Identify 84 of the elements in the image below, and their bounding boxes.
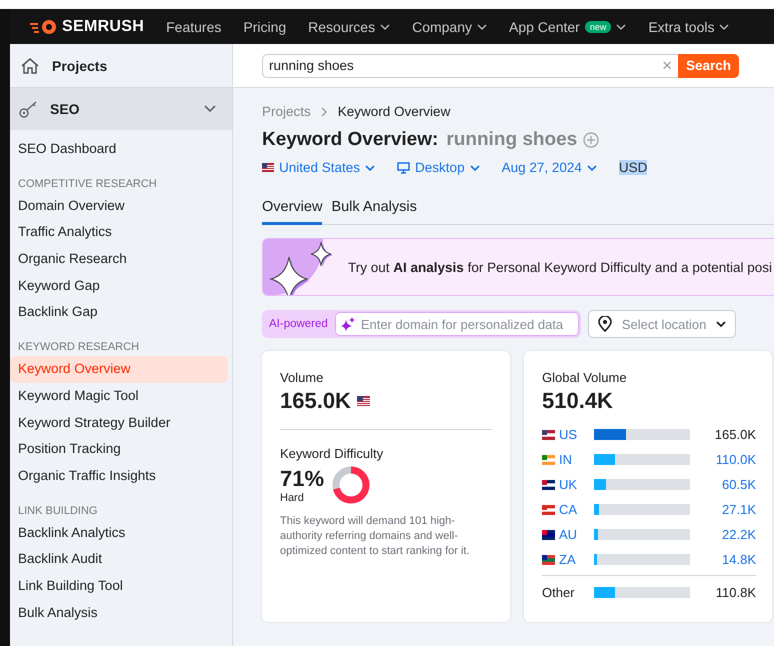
country-volume[interactable]: 110.0K	[690, 452, 756, 467]
difficulty-level: Hard	[280, 492, 305, 504]
date-dropdown[interactable]: Aug 27, 2024	[502, 160, 597, 175]
sidebar-item[interactable]: Keyword Strategy Builder	[10, 410, 228, 436]
sidebar-item[interactable]: SEO Dashboard	[10, 136, 228, 163]
card-label: Global Volume	[542, 370, 628, 385]
section-heading: COMPETITIVE RESEARCH	[17, 176, 158, 192]
other-label: Other	[542, 585, 576, 600]
search-field[interactable]: running shoes ×	[262, 54, 678, 78]
country-link[interactable]: US	[559, 427, 594, 442]
country-volume[interactable]: 22.2K	[690, 527, 756, 542]
sidebar-item[interactable]: Backlink Audit	[10, 546, 228, 573]
section-heading: LINK BUILDING	[17, 504, 98, 519]
sidebar-item[interactable]: Traffic Analytics	[10, 219, 228, 246]
location-pin-icon	[598, 316, 612, 332]
difficulty-description: This keyword will demand 101 high-authority referring domains and well-optimized content to start ranking for it.	[280, 514, 471, 559]
country-volume[interactable]: 60.5K	[690, 477, 756, 492]
tab[interactable]: Bulk Analysis	[331, 199, 417, 225]
flag-icon	[542, 504, 555, 514]
country-link[interactable]: ZA	[559, 552, 594, 567]
sidebar-item[interactable]: Organic Traffic Insights	[10, 462, 228, 490]
country-link[interactable]: CA	[559, 502, 594, 517]
chevron-down-icon	[365, 164, 376, 170]
sidebar-item[interactable]: Keyword Magic Tool	[10, 382, 228, 410]
sidebar-item[interactable]: Link Building Tool	[10, 572, 228, 600]
flag-icon	[542, 454, 555, 464]
add-icon[interactable]	[583, 132, 600, 148]
flag-icon	[542, 430, 555, 440]
keyword-title: running shoes	[446, 129, 578, 151]
chevron-down-icon	[616, 24, 626, 30]
sidebar-item[interactable]: Position Tracking	[10, 436, 228, 463]
card-label: Volume	[280, 370, 324, 385]
chevron-down-icon	[719, 24, 730, 30]
chevron-down-icon	[470, 164, 480, 170]
sidebar-item[interactable]: Organic Research	[10, 246, 228, 273]
home-icon	[20, 56, 40, 76]
sidebar-item[interactable]: Bulk Analysis	[10, 600, 228, 626]
chevron-down-icon	[586, 164, 597, 170]
nav-link[interactable]: Company	[412, 18, 487, 34]
flag-icon	[542, 530, 555, 540]
card-label: Keyword Difficulty	[280, 446, 384, 461]
seo-section[interactable]: SEO	[10, 88, 232, 130]
page-title: Keyword Overview:	[262, 129, 438, 151]
chevron-right-icon	[320, 106, 328, 116]
sidebar-item[interactable]: Domain Overview	[10, 192, 228, 220]
flag-icon	[356, 396, 370, 406]
flag-icon	[542, 554, 555, 564]
country-volume[interactable]: 14.8K	[690, 552, 756, 567]
country-dropdown[interactable]: United States	[262, 160, 376, 175]
chevron-down-icon	[380, 24, 390, 30]
monitor-icon	[397, 162, 410, 174]
country-link[interactable]: IN	[559, 452, 594, 467]
section-heading: KEYWORD RESEARCH	[17, 340, 140, 356]
breadcrumb-current: Keyword Overview	[338, 104, 450, 119]
difficulty-donut	[332, 466, 370, 504]
sidebar-item[interactable]: Backlink Analytics	[10, 520, 228, 546]
domain-field[interactable]: Enter domain for personalized data	[334, 312, 579, 336]
global-volume-value: 510.4K	[542, 388, 614, 414]
currency-label[interactable]: USD	[618, 160, 648, 175]
banner-text: Try out AI analysis for Personal Keyword Difficulty and a potential posi	[348, 260, 772, 274]
ai-powered-label: AI-powered	[268, 318, 329, 330]
nav-link[interactable]: Resources	[308, 18, 390, 34]
country-volume[interactable]: 27.1K	[690, 502, 756, 517]
device-dropdown[interactable]: Desktop	[397, 160, 480, 175]
nav-link[interactable]: App Center new	[509, 18, 626, 34]
flag-icon	[542, 480, 555, 490]
difficulty-value: 71%	[280, 466, 324, 492]
country-link[interactable]: AU	[559, 527, 594, 542]
flag-icon	[262, 163, 274, 172]
tab[interactable]: Overview	[262, 199, 322, 225]
nav-link[interactable]: Features	[166, 18, 222, 34]
nav-link[interactable]: Extra tools	[648, 18, 730, 34]
logo-text: SEMRUSH	[62, 18, 144, 36]
chevron-down-icon	[477, 24, 487, 30]
chevron-down-icon	[716, 321, 726, 327]
volume-value: 165.0K	[280, 388, 351, 414]
sidebar-item[interactable]: Backlink Gap	[10, 299, 228, 326]
other-volume: 110.8K	[714, 585, 756, 600]
sidebar-item[interactable]: Keyword Gap	[10, 272, 228, 300]
sparkles-icon	[340, 317, 355, 331]
nav-link[interactable]: Pricing	[243, 18, 286, 34]
country-volume: 165.0K	[714, 427, 756, 442]
logo-icon	[30, 18, 58, 34]
country-link[interactable]: UK	[559, 477, 594, 492]
